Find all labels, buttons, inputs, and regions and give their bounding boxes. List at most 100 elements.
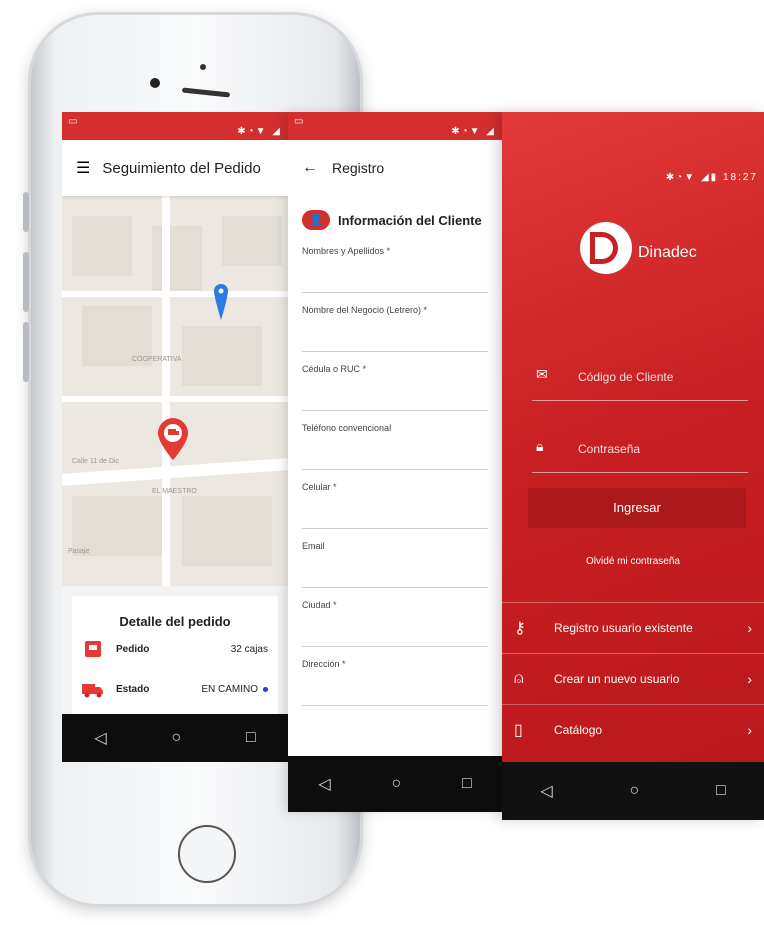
status-icons: ✱◔▼ ◢: [237, 126, 282, 137]
volume-button: [23, 322, 29, 382]
back-icon[interactable]: ◁: [318, 774, 330, 794]
delivery-pin-icon[interactable]: [158, 418, 188, 460]
field-label: Ciudad *: [302, 600, 337, 610]
field-label: Nombre del Negocio (Letrero) *: [302, 305, 428, 315]
back-icon[interactable]: ◁: [540, 781, 552, 801]
map-view[interactable]: Calle 11 de Dic COOPERATIVA EL MAESTRO P…: [62, 196, 288, 586]
tracking-screen: ▭ ✱◔▼ ◢ ☰ Seguimiento del Pedido Calle 1…: [62, 112, 288, 762]
status-icons: ✱◔▼ ◢: [451, 126, 496, 137]
menu-item-new-user[interactable]: ⍝ Crear un nuevo usuario ›: [502, 653, 764, 704]
field-label: Nombres y Apellidos *: [302, 246, 391, 256]
notification-icon: ▭: [294, 116, 304, 127]
map-block: [222, 216, 282, 266]
status-bar: ▭ ✱◔▼ ◢: [62, 112, 288, 140]
section-title: Información del Cliente: [338, 212, 482, 228]
notification-icon: ▭: [68, 116, 78, 127]
back-arrow-icon[interactable]: ←: [302, 159, 318, 177]
street-label: Pasaje: [68, 548, 90, 555]
front-camera: [150, 78, 160, 88]
android-nav-bar: ◁ ○ □: [502, 762, 764, 820]
field-label: Dirección *: [302, 659, 346, 669]
dinadec-logo: [580, 222, 632, 274]
page-title: Seguimiento del Pedido: [102, 159, 261, 177]
app-bar: ☰ Seguimiento del Pedido: [62, 140, 288, 196]
map-block: [72, 216, 132, 276]
password-input[interactable]: 🔒︎ Contraseña: [532, 430, 748, 473]
field-label: Teléfono convencional: [302, 423, 392, 433]
truck-icon: [82, 684, 103, 698]
recents-icon[interactable]: □: [462, 775, 472, 793]
map-block: [152, 226, 202, 296]
home-icon[interactable]: ○: [391, 775, 401, 793]
map-road: [62, 396, 288, 402]
detail-value: 32 cajas: [230, 643, 268, 655]
map-road: [62, 291, 288, 297]
login-screen: ✱◔▼ ◢▮ 18:27 Dinadec ✉ Código de Cliente…: [502, 112, 764, 820]
location-pin-icon[interactable]: [214, 284, 228, 320]
book-icon: ▯: [514, 722, 523, 739]
menu-icon[interactable]: ☰: [76, 158, 90, 178]
map-block: [182, 496, 272, 566]
android-nav-bar: ◁ ○ □: [62, 714, 288, 762]
input-placeholder: Código de Cliente: [578, 370, 674, 384]
detail-key: Pedido: [116, 643, 150, 655]
mobile-field[interactable]: Celular *: [302, 470, 488, 529]
id-ruc-field[interactable]: Cédula o RUC *: [302, 352, 488, 411]
name-field[interactable]: Nombres y Apellidos *: [302, 234, 488, 293]
detail-key: Estado: [116, 683, 150, 695]
menu-item-label: Crear un nuevo usuario: [554, 672, 680, 686]
detail-value: EN CAMINO: [201, 683, 258, 695]
page-title: Registro: [332, 160, 385, 176]
home-button[interactable]: [178, 825, 236, 883]
brand-name: Dinadec: [638, 244, 697, 261]
phone-field[interactable]: Teléfono convencional: [302, 411, 488, 470]
forgot-password-link[interactable]: Olvidé mi contraseña: [502, 556, 764, 567]
back-icon[interactable]: ◁: [94, 728, 106, 748]
box-icon: [85, 641, 101, 657]
field-label: Cédula o RUC *: [302, 364, 367, 374]
proximity-sensor: [200, 64, 206, 70]
menu-item-existing-user[interactable]: ⚷ Registro usuario existente ›: [502, 602, 764, 653]
section-header: 👤 Información del Cliente: [288, 196, 502, 234]
status-time: 18:27: [722, 172, 758, 183]
menu-item-catalog[interactable]: ▯ Catálogo ›: [502, 704, 764, 755]
app-bar: ← Registro: [288, 140, 502, 196]
city-field[interactable]: Ciudad *: [302, 588, 488, 647]
street-label: Calle 11 de Dic: [72, 458, 119, 465]
status-bar: ▭ ✱◔▼ ◢: [288, 112, 502, 140]
menu-item-label: Catálogo: [554, 723, 603, 737]
user-badge-icon: 👤: [302, 210, 330, 230]
map-block: [182, 326, 262, 386]
mail-icon: ✉: [536, 366, 548, 382]
login-menu: ⚷ Registro usuario existente › ⍝ Crear u…: [502, 602, 764, 755]
volume-button: [23, 252, 29, 312]
android-nav-bar: ◁ ○ □: [288, 756, 502, 812]
menu-item-label: Registro usuario existente: [554, 621, 693, 635]
status-bar: ✱◔▼ ◢▮ 18:27: [665, 172, 758, 183]
street-label: EL MAESTRO: [152, 488, 197, 495]
recents-icon[interactable]: □: [716, 782, 726, 800]
user-icon: ⍝: [514, 670, 524, 687]
chevron-right-icon: ›: [747, 671, 752, 687]
login-button[interactable]: Ingresar: [528, 488, 746, 528]
map-road: [162, 196, 170, 586]
chevron-right-icon: ›: [747, 620, 752, 636]
input-placeholder: Contraseña: [578, 442, 641, 456]
business-name-field[interactable]: Nombre del Negocio (Letrero) *: [302, 293, 488, 352]
address-field[interactable]: Dirección *: [302, 647, 488, 706]
detail-row: Estado EN CAMINO: [72, 669, 278, 709]
lock-icon: 🔒︎: [536, 438, 544, 454]
detail-heading: Detalle del pedido: [119, 614, 231, 629]
field-label: Email: [302, 541, 325, 551]
email-field[interactable]: Email: [302, 529, 488, 588]
register-screen: ▭ ✱◔▼ ◢ ← Registro 👤 Información del Cli…: [288, 112, 502, 812]
status-dot: [263, 686, 268, 692]
home-icon[interactable]: ○: [629, 782, 639, 800]
user-key-icon: ⚷: [514, 620, 526, 637]
recents-icon[interactable]: □: [246, 729, 256, 747]
field-label: Celular *: [302, 482, 337, 492]
client-code-input[interactable]: ✉ Código de Cliente: [532, 358, 748, 401]
home-icon[interactable]: ○: [171, 729, 181, 747]
chevron-right-icon: ›: [747, 722, 752, 738]
street-label: COOPERATIVA: [132, 356, 182, 363]
